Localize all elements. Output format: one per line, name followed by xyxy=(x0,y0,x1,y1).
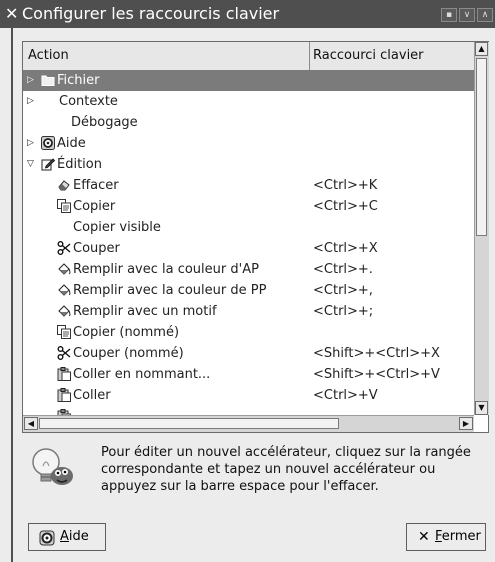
edit-icon xyxy=(41,157,56,171)
maximize-icon[interactable]: ∧ xyxy=(477,8,493,22)
paste-icon xyxy=(57,367,71,381)
row-action-label: Édition xyxy=(57,157,102,172)
title-bar: ✕ Configurer les raccourcis clavier ▪ ∨ … xyxy=(0,0,495,28)
tree-row[interactable] xyxy=(23,406,474,415)
help-button-label: Aide xyxy=(60,524,89,550)
bucket-fill-icon xyxy=(57,283,71,297)
row-shortcut-label[interactable]: <Ctrl>+X xyxy=(313,238,378,259)
row-shortcut-label[interactable]: <Ctrl>+, xyxy=(313,280,373,301)
column-header-action[interactable]: Action xyxy=(28,42,69,70)
tree-row[interactable]: Effacer <Ctrl>+K xyxy=(23,175,474,196)
tree-row[interactable]: Coller en nommant... <Shift>+<Ctrl>+V xyxy=(23,364,474,385)
expanded-arrow-icon[interactable]: ▽ xyxy=(27,154,34,175)
tree-row[interactable]: Copier <Ctrl>+C xyxy=(23,196,474,217)
scroll-left-button[interactable]: ◀ xyxy=(24,417,38,430)
row-shortcut-label[interactable]: <Ctrl>+C xyxy=(313,196,378,217)
help-icon xyxy=(39,530,55,546)
info-message: Pour éditer un nouvel accélérateur, cliq… xyxy=(101,445,471,494)
row-action-label: Débogage xyxy=(71,115,138,130)
row-shortcut-label[interactable]: <Ctrl>+. xyxy=(313,259,373,280)
row-action-label: Copier (nommé) xyxy=(73,325,180,340)
bucket-fill-icon xyxy=(57,304,71,318)
close-button-label: Fermer xyxy=(435,524,481,550)
shortcuts-tree[interactable]: Action Raccourci clavier ▷ Fichier ▷ Contex… xyxy=(22,41,489,433)
tree-header: Action Raccourci clavier xyxy=(23,42,474,71)
tree-row[interactable]: Copier visible xyxy=(23,217,474,238)
row-action-label: Copier xyxy=(73,199,116,214)
column-divider[interactable] xyxy=(309,42,310,70)
help-button[interactable]: Aide xyxy=(28,523,106,551)
tree-row[interactable]: Remplir avec un motif <Ctrl>+; xyxy=(23,301,474,322)
row-action-label: Contexte xyxy=(59,94,118,109)
close-button-mnemonic: F xyxy=(435,529,442,544)
tree-row[interactable]: Couper <Ctrl>+X xyxy=(23,238,474,259)
tree-row[interactable]: ▷ Fichier xyxy=(23,70,474,91)
tree-row[interactable]: Remplir avec la couleur d'AP <Ctrl>+. xyxy=(23,259,474,280)
row-action-label: Aide xyxy=(57,136,86,151)
tree-rows: ▷ Fichier ▷ Contexte Débogage ▷ Aide ▽ Édition Ef… xyxy=(23,70,474,415)
help-button-label-rest: ide xyxy=(68,529,89,544)
horizontal-scroll-thumb[interactable] xyxy=(39,418,339,429)
row-action-label: Couper xyxy=(73,241,120,256)
bucket-fill-icon xyxy=(57,262,71,276)
shortcuts-dialog: ✕ Configurer les raccourcis clavier ▪ ∨ … xyxy=(0,0,495,562)
expander-arrow-icon[interactable]: ▷ xyxy=(27,91,34,112)
tree-row[interactable]: ▷ Contexte xyxy=(23,91,474,112)
tree-row[interactable]: Coller <Ctrl>+V xyxy=(23,385,474,406)
minimize-icon[interactable]: ∨ xyxy=(459,8,475,22)
expander-arrow-icon[interactable]: ▷ xyxy=(27,133,34,154)
row-shortcut-label[interactable]: <Ctrl>+K xyxy=(313,175,377,196)
scissors-icon xyxy=(57,241,71,255)
column-header-shortcut[interactable]: Raccourci clavier xyxy=(313,42,424,70)
row-shortcut-label[interactable]: <Ctrl>+; xyxy=(313,301,373,322)
vertical-scroll-thumb[interactable] xyxy=(476,58,487,236)
row-shortcut-label[interactable]: <Ctrl>+V xyxy=(313,385,378,406)
scroll-right-button[interactable]: ▶ xyxy=(459,417,473,430)
row-action-label: Effacer xyxy=(73,178,119,193)
window-menu-icon[interactable]: ✕ xyxy=(5,4,18,23)
row-action-label: Coller en nommant... xyxy=(73,367,211,382)
help-icon xyxy=(41,136,55,150)
horizontal-scrollbar[interactable]: ◀ ▶ xyxy=(23,415,474,432)
expander-arrow-icon[interactable]: ▷ xyxy=(27,70,34,91)
tree-row[interactable]: Remplir avec la couleur de PP <Ctrl>+, xyxy=(23,280,474,301)
folder-icon xyxy=(41,73,55,87)
row-action-label: Copier visible xyxy=(73,220,161,235)
tree-row[interactable]: Débogage xyxy=(23,112,474,133)
row-action-label: Remplir avec un motif xyxy=(73,304,217,319)
scissors-icon xyxy=(57,346,71,360)
window-title: Configurer les raccourcis clavier xyxy=(22,4,280,23)
scroll-down-button[interactable]: ▼ xyxy=(475,401,488,415)
copy-icon xyxy=(57,325,71,339)
row-action-label: Coller xyxy=(73,388,111,403)
close-button-label-rest: ermer xyxy=(441,529,481,544)
row-action-label: Couper (nommé) xyxy=(73,346,184,361)
shade-icon[interactable]: ▪ xyxy=(441,8,457,22)
info-lightbulb-icon xyxy=(32,448,73,485)
row-action-label: Remplir avec la couleur de PP xyxy=(73,283,267,298)
eraser-icon xyxy=(57,178,71,192)
paste-icon xyxy=(57,388,71,402)
scroll-up-button[interactable]: ▲ xyxy=(475,42,488,56)
row-action-label: Remplir avec la couleur d'AP xyxy=(73,262,259,277)
tree-row[interactable]: ▽ Édition xyxy=(23,154,474,175)
close-x-icon: ✕ xyxy=(418,529,430,545)
help-button-mnemonic: A xyxy=(60,529,69,544)
row-shortcut-label[interactable]: <Shift>+<Ctrl>+V xyxy=(313,364,440,385)
vertical-scrollbar[interactable]: ▲ ▼ xyxy=(474,42,489,415)
row-shortcut-label[interactable]: <Shift>+<Ctrl>+X xyxy=(313,343,440,364)
close-button[interactable]: ✕ Fermer xyxy=(406,523,486,551)
tree-row[interactable]: ▷ Aide xyxy=(23,133,474,154)
tree-row[interactable]: Copier (nommé) xyxy=(23,322,474,343)
copy-icon xyxy=(57,199,71,213)
row-action-label: Fichier xyxy=(57,73,100,88)
tree-row[interactable]: Couper (nommé) <Shift>+<Ctrl>+X xyxy=(23,343,474,364)
